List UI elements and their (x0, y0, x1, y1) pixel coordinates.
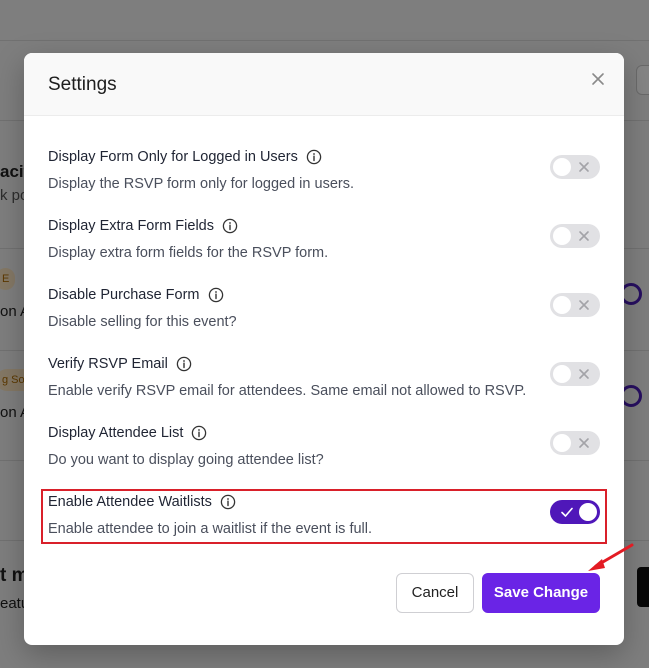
toggle-switch[interactable] (550, 431, 600, 455)
setting-description: Enable verify RSVP email for attendees. … (48, 383, 527, 399)
toggle-knob (553, 434, 571, 452)
settings-modal: Settings Display Form Only for Logged in… (24, 53, 624, 645)
toggle-knob (553, 227, 571, 245)
setting-title: Display Extra Form Fields (48, 218, 238, 234)
setting-row-logged-in-only: Display Form Only for Logged in Users Di… (48, 149, 600, 207)
info-icon[interactable] (176, 356, 192, 372)
toggle-switch[interactable] (550, 362, 600, 386)
toggle-switch[interactable] (550, 155, 600, 179)
toggle-switch[interactable] (550, 500, 600, 524)
info-icon[interactable] (220, 494, 236, 510)
check-icon (561, 507, 573, 517)
setting-row-attendee-list: Display Attendee List Do you want to dis… (48, 425, 600, 483)
toggle-knob (579, 503, 597, 521)
info-icon[interactable] (191, 425, 207, 441)
toggle-knob (553, 296, 571, 314)
setting-description: Disable selling for this event? (48, 314, 237, 330)
setting-title: Enable Attendee Waitlists (48, 494, 236, 510)
setting-title-text: Disable Purchase Form (48, 287, 200, 303)
info-icon[interactable] (208, 287, 224, 303)
setting-title-text: Enable Attendee Waitlists (48, 494, 212, 510)
setting-title: Display Attendee List (48, 425, 207, 441)
toggle-switch[interactable] (550, 224, 600, 248)
close-icon[interactable] (586, 67, 610, 91)
modal-title: Settings (48, 74, 117, 95)
setting-description: Display extra form fields for the RSVP f… (48, 245, 329, 261)
modal-header: Settings (24, 53, 624, 116)
x-icon (579, 162, 589, 172)
setting-title: Display Form Only for Logged in Users (48, 149, 322, 165)
info-icon[interactable] (306, 149, 322, 165)
setting-row-disable-purchase: Disable Purchase Form Disable selling fo… (48, 287, 600, 345)
x-icon (579, 369, 589, 379)
x-icon (579, 438, 589, 448)
setting-title: Verify RSVP Email (48, 356, 192, 372)
setting-title: Disable Purchase Form (48, 287, 224, 303)
setting-title-text: Verify RSVP Email (48, 356, 168, 372)
info-icon[interactable] (222, 218, 238, 234)
setting-title-text: Display Extra Form Fields (48, 218, 214, 234)
cancel-button[interactable]: Cancel (396, 573, 474, 613)
toggle-knob (553, 158, 571, 176)
setting-title-text: Display Form Only for Logged in Users (48, 149, 298, 165)
red-arrow-annotation (588, 543, 634, 571)
setting-row-verify-email: Verify RSVP Email Enable verify RSVP ema… (48, 356, 600, 414)
setting-row-extra-fields: Display Extra Form Fields Display extra … (48, 218, 600, 276)
setting-description: Do you want to display going attendee li… (48, 452, 324, 468)
x-icon (579, 231, 589, 241)
toggle-knob (553, 365, 571, 383)
setting-description: Enable attendee to join a waitlist if th… (48, 521, 373, 537)
toggle-switch[interactable] (550, 293, 600, 317)
setting-title-text: Display Attendee List (48, 425, 184, 441)
setting-description: Display the RSVP form only for logged in… (48, 176, 354, 192)
x-icon (579, 300, 589, 310)
setting-row-waitlists: Enable Attendee Waitlists Enable attende… (48, 494, 600, 552)
